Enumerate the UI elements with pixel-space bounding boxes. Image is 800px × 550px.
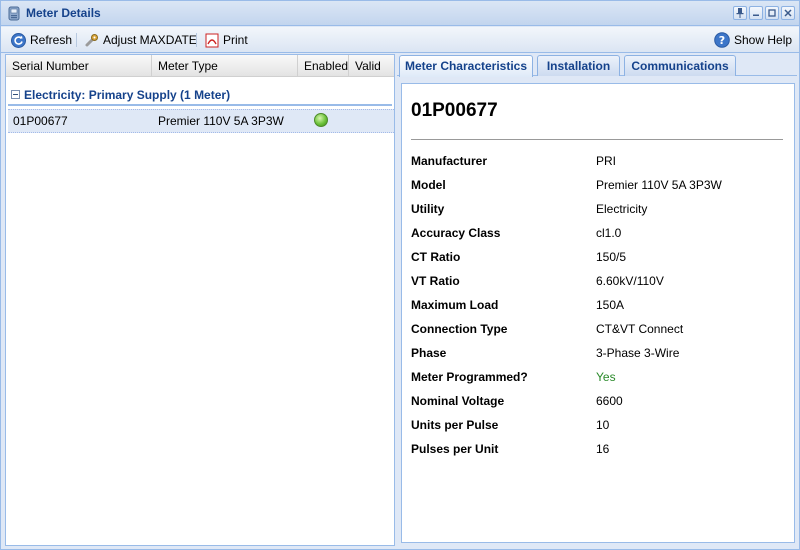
property-label: Meter Programmed? [411,370,528,384]
grid-header: Serial Number Meter Type Enabled Valid [6,55,394,77]
title-divider [411,139,783,140]
group-divider [8,104,392,106]
property-row: VT Ratio 6.60kV/110V [411,274,791,292]
refresh-icon [11,32,26,48]
wrench-icon [85,33,98,46]
property-row: Pulses per Unit 16 [411,442,791,460]
property-row: Maximum Load 150A [411,298,791,316]
property-value: cl1.0 [596,226,622,240]
tab-communications[interactable]: Communications [624,55,736,76]
property-row: Manufacturer PRI [411,154,791,172]
property-row: Accuracy Class cl1.0 [411,226,791,244]
meter-icon [8,6,20,21]
meter-characteristics-panel: 01P00677 Manufacturer PRI Model Premier 110… [401,83,795,543]
print-label: Print [223,33,248,47]
property-value: 16 [596,442,610,456]
tab-strip: Meter Characteristics Installation Commu… [397,54,797,77]
property-row: CT Ratio 150/5 [411,250,791,268]
show-help-label: Show Help [734,33,793,47]
property-value: Electricity [596,202,648,216]
property-row: Units per Pulse 10 [411,418,791,436]
meter-grid: Serial Number Meter Type Enabled Valid E… [5,54,395,546]
pin-button[interactable] [733,6,747,20]
property-label: Model [411,178,446,192]
column-header-meter-type[interactable]: Meter Type [152,55,298,77]
column-header-enabled[interactable]: Enabled [298,55,349,77]
minimize-icon [753,14,759,16]
detail-area: Meter Characteristics Installation Commu… [397,54,797,546]
property-value: Yes [596,370,616,384]
meter-details-window: Meter Details Refresh Adjust MAXDATE Pri… [0,0,800,550]
property-label: Maximum Load [411,298,499,312]
minimize-button[interactable] [749,6,763,20]
property-label: Manufacturer [411,154,488,168]
enabled-status-icon [314,113,328,127]
property-value: Premier 110V 5A 3P3W [596,178,722,192]
refresh-button[interactable]: Refresh [11,31,72,49]
property-value: 3-Phase 3-Wire [596,346,680,360]
property-row: Phase 3-Phase 3-Wire [411,346,791,364]
property-label: Connection Type [411,322,508,336]
tab-installation[interactable]: Installation [537,55,620,76]
column-header-serial[interactable]: Serial Number [6,55,152,77]
close-button[interactable] [781,6,795,20]
property-row: Meter Programmed? Yes [411,370,791,388]
maximize-icon [768,9,776,17]
close-icon [784,9,792,17]
property-row: Model Premier 110V 5A 3P3W [411,178,791,196]
property-label: Units per Pulse [411,418,499,432]
show-help-button[interactable]: ? Show Help [714,31,792,49]
table-row[interactable]: 01P00677 Premier 110V 5A 3P3W [8,109,394,133]
property-row: Nominal Voltage 6600 [411,394,791,412]
tab-meter-characteristics[interactable]: Meter Characteristics [399,55,533,77]
collapse-toggle[interactable] [11,90,20,99]
window-title: Meter Details [26,6,101,20]
group-label: Electricity: Primary Supply (1 Meter) [24,88,231,102]
property-value: 150A [596,298,625,312]
property-value: PRI [596,154,617,168]
property-label: Accuracy Class [411,226,501,240]
property-label: Nominal Voltage [411,394,505,408]
property-value: 10 [596,418,610,432]
column-header-valid[interactable]: Valid [349,55,394,77]
svg-text:?: ? [719,34,725,47]
pin-icon [736,8,744,18]
property-label: VT Ratio [411,274,460,288]
pdf-icon [205,33,219,47]
print-button[interactable]: Print [205,31,248,49]
property-value: 6600 [596,394,623,408]
meter-type-cell: Premier 110V 5A 3P3W [158,114,284,128]
detail-title: 01P00677 [411,100,498,121]
property-row: Utility Electricity [411,202,791,220]
title-bar: Meter Details [1,1,799,26]
adjust-maxdate-label: Adjust MAXDATE [103,33,197,47]
property-row: Connection Type CT&VT Connect [411,322,791,340]
property-label: Phase [411,346,447,360]
property-label: Pulses per Unit [411,442,499,456]
refresh-label: Refresh [30,33,73,47]
property-value: 150/5 [596,250,627,264]
help-icon: ? [714,32,730,48]
property-value: 6.60kV/110V [596,274,664,288]
serial-cell: 01P00677 [13,114,68,128]
group-row[interactable]: Electricity: Primary Supply (1 Meter) [6,87,394,105]
adjust-maxdate-button[interactable]: Adjust MAXDATE [84,31,197,49]
toolbar: Refresh Adjust MAXDATE Print ? Show Help [1,27,799,53]
property-value: CT&VT Connect [596,322,684,336]
property-label: Utility [411,202,445,216]
maximize-button[interactable] [765,6,779,20]
property-label: CT Ratio [411,250,461,264]
